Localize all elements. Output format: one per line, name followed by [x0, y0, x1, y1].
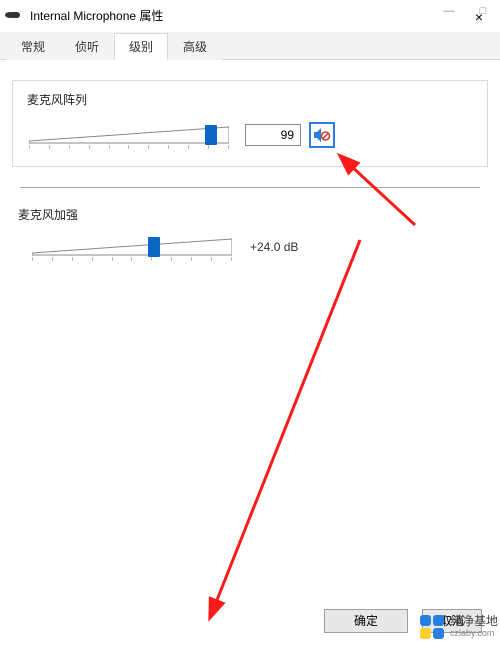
mic-array-slider[interactable] [27, 123, 237, 147]
mic-array-title: 麦克风阵列 [27, 91, 473, 108]
watermark-logo-icon [418, 613, 446, 641]
slider-fan-icon [32, 237, 232, 257]
tab-advanced[interactable]: 高级 [168, 33, 222, 60]
tab-listen[interactable]: 侦听 [60, 33, 114, 60]
mic-boost-slider-thumb[interactable] [148, 237, 160, 257]
slider-fan-icon [29, 125, 229, 145]
mic-boost-group: 麦克风加强 +24.0 dB [12, 206, 488, 271]
mic-array-group: 麦克风阵列 99 [12, 80, 488, 167]
tab-levels[interactable]: 级别 [114, 33, 168, 60]
mic-array-value[interactable]: 99 [245, 124, 301, 146]
watermark: 纯净基地 czlaby.com [418, 613, 498, 641]
slider-ticks [29, 145, 229, 149]
mic-array-row: 99 [27, 122, 473, 148]
watermark-sub: czlaby.com [450, 629, 498, 639]
mic-array-slider-thumb[interactable] [205, 125, 217, 145]
mic-boost-slider[interactable] [30, 235, 240, 259]
microphone-icon [4, 5, 24, 25]
tab-general[interactable]: 常规 [6, 33, 60, 60]
slider-ticks [32, 257, 232, 261]
window-title: Internal Microphone 属性 [30, 7, 163, 24]
speaker-muted-icon [313, 126, 331, 144]
tab-bar: 常规 侦听 级别 高级 [0, 32, 500, 60]
minimize-button[interactable]: — [432, 0, 466, 22]
mic-array-mute-button[interactable] [309, 122, 335, 148]
watermark-brand: 纯净基地 [450, 615, 498, 628]
watermark-text: 纯净基地 czlaby.com [450, 615, 498, 638]
mic-boost-value: +24.0 dB [250, 240, 318, 254]
mic-boost-title: 麦克风加强 [16, 206, 484, 223]
titlebar: Internal Microphone 属性 — □ × [0, 0, 500, 30]
annotation-arrow-mute [230, 110, 450, 630]
ok-button[interactable]: 确定 [324, 609, 408, 633]
mic-boost-row: +24.0 dB [16, 235, 484, 259]
close-button[interactable]: × [462, 2, 496, 32]
separator [20, 187, 480, 188]
tab-content: 麦克风阵列 99 [0, 60, 500, 588]
